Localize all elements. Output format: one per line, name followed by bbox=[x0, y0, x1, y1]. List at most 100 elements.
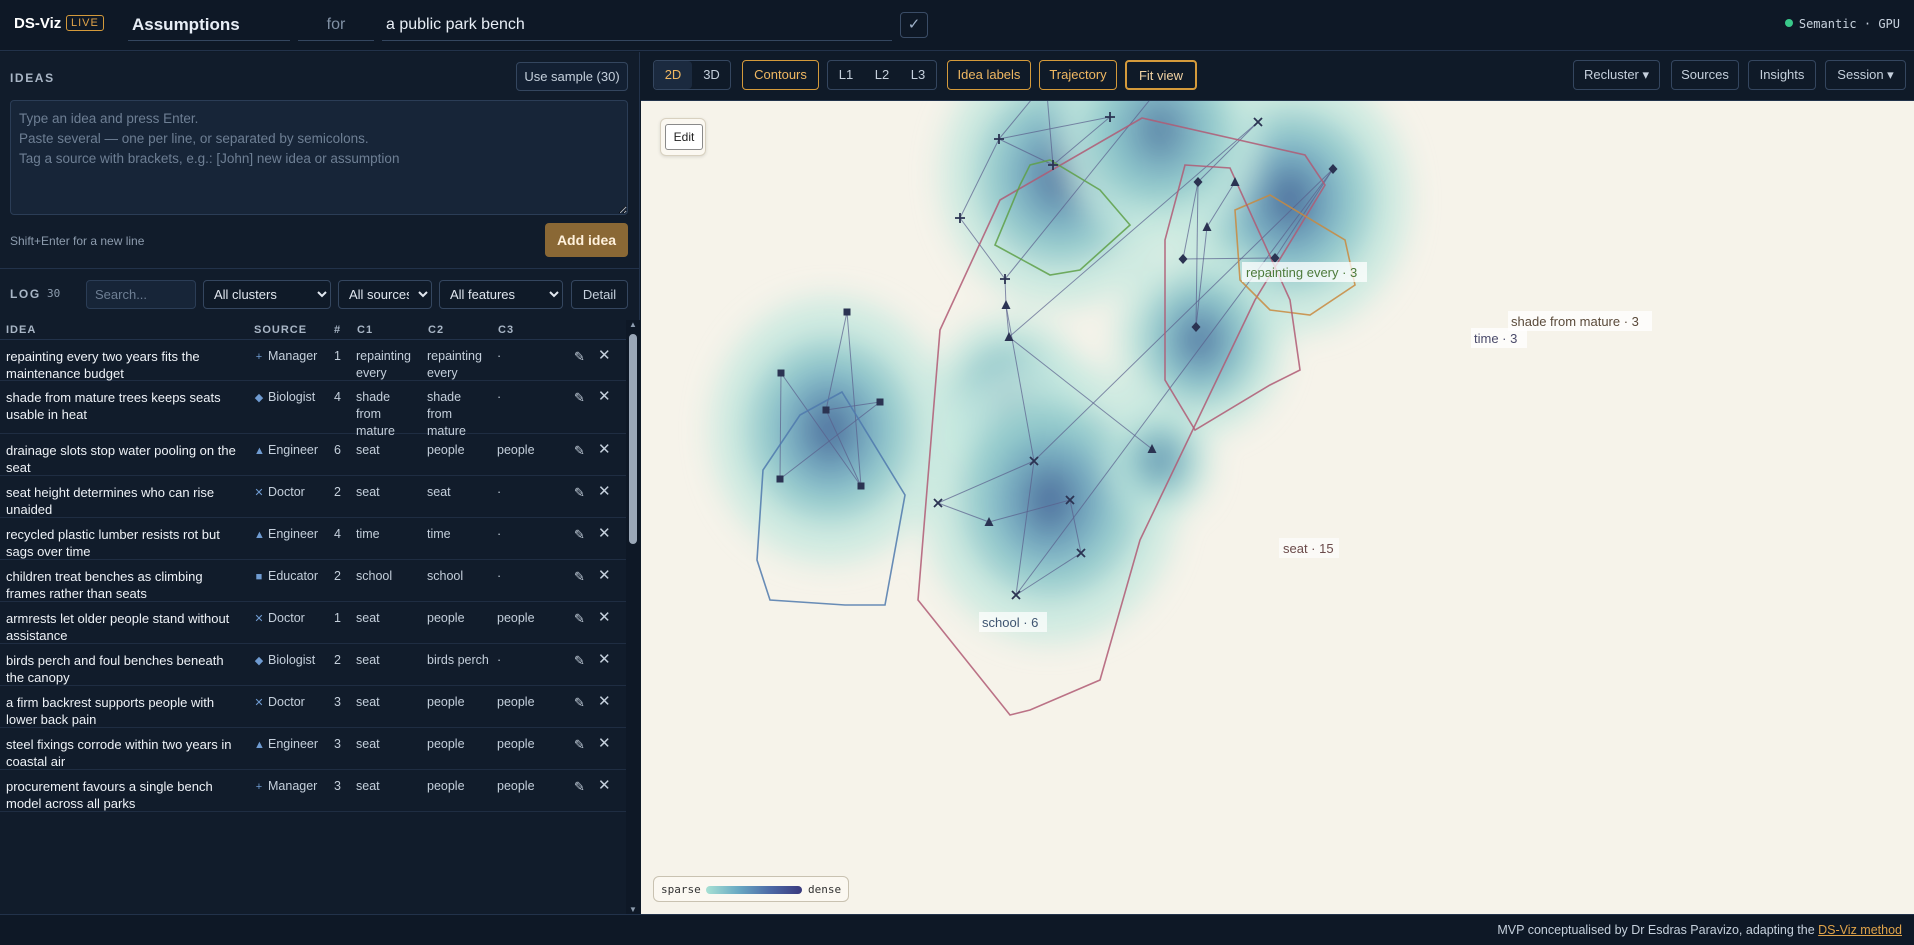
edit-icon[interactable]: ✎ bbox=[574, 736, 585, 753]
use-sample-button[interactable]: Use sample (30) bbox=[516, 62, 628, 91]
row-c3: people bbox=[497, 737, 535, 751]
edit-icon[interactable]: ✎ bbox=[574, 652, 585, 669]
density-blob-core bbox=[1182, 317, 1218, 363]
delete-icon[interactable]: ✕ bbox=[598, 735, 611, 752]
idea-labels-toggle[interactable]: Idea labels bbox=[947, 60, 1031, 90]
table-row[interactable]: seat height determines who can rise unai… bbox=[0, 476, 626, 518]
delete-icon[interactable]: ✕ bbox=[598, 567, 611, 584]
source-filter-select[interactable]: All sources bbox=[338, 280, 432, 309]
level-l3-button[interactable]: L3 bbox=[900, 61, 936, 89]
edit-icon[interactable]: ✎ bbox=[574, 389, 585, 406]
row-count: 2 bbox=[334, 485, 341, 499]
idea-point-square[interactable] bbox=[876, 398, 884, 406]
scroll-up-icon[interactable]: ▲ bbox=[628, 320, 638, 329]
row-c1: time bbox=[356, 527, 380, 541]
table-row[interactable]: steel fixings corrode within two years i… bbox=[0, 728, 626, 770]
edit-icon[interactable]: ✎ bbox=[574, 568, 585, 585]
map-canvas[interactable]: repainting every · 3 shade from mature ·… bbox=[641, 101, 1914, 914]
idea-point-square[interactable] bbox=[776, 475, 784, 483]
edit-icon[interactable]: ✎ bbox=[574, 694, 585, 711]
row-c2: school bbox=[427, 569, 464, 583]
row-count: 3 bbox=[334, 779, 341, 793]
edit-icon[interactable]: ✎ bbox=[574, 778, 585, 795]
level-l1-button[interactable]: L1 bbox=[828, 61, 864, 89]
scroll-down-icon[interactable]: ▼ bbox=[628, 905, 638, 914]
table-row[interactable]: shade from mature trees keeps seats usab… bbox=[0, 381, 626, 438]
session-menu[interactable]: Session ▾ bbox=[1825, 60, 1906, 90]
feature-filter-select[interactable]: All features bbox=[439, 280, 563, 309]
row-source: ■ Educator bbox=[254, 568, 318, 586]
col-idea[interactable]: IDEA bbox=[6, 324, 36, 336]
subject-input[interactable] bbox=[382, 9, 892, 41]
col-c1[interactable]: C1 bbox=[357, 324, 373, 336]
source-label: Engineer bbox=[268, 737, 319, 751]
edit-button[interactable]: Edit bbox=[665, 124, 703, 150]
delete-icon[interactable]: ✕ bbox=[598, 777, 611, 794]
source-icon: ▲ bbox=[254, 529, 265, 541]
edit-icon[interactable]: ✎ bbox=[574, 348, 585, 365]
edit-icon[interactable]: ✎ bbox=[574, 442, 585, 459]
delete-icon[interactable]: ✕ bbox=[598, 483, 611, 500]
row-c3: people bbox=[497, 779, 535, 793]
col-num[interactable]: # bbox=[334, 324, 341, 336]
table-row[interactable]: procurement favours a single bench model… bbox=[0, 770, 626, 812]
ds-viz-method-link[interactable]: DS-Viz method bbox=[1818, 923, 1902, 937]
log-search-input[interactable] bbox=[86, 280, 196, 309]
fit-view-button[interactable]: Fit view bbox=[1125, 60, 1197, 90]
detail-button[interactable]: Detail bbox=[571, 280, 628, 309]
idea-textarea[interactable] bbox=[10, 100, 628, 215]
edit-icon[interactable]: ✎ bbox=[574, 526, 585, 543]
log-heading: LOG bbox=[10, 287, 41, 301]
log-scrollbar[interactable]: ▲ ▼ bbox=[626, 320, 640, 914]
delete-icon[interactable]: ✕ bbox=[598, 651, 611, 668]
title-input[interactable] bbox=[128, 9, 290, 41]
idea-point-triangle[interactable] bbox=[1001, 300, 1011, 309]
row-idea: repainting every two years fits the main… bbox=[6, 349, 200, 381]
table-row[interactable]: repainting every two years fits the main… bbox=[0, 340, 626, 381]
table-row[interactable]: recycled plastic lumber resists rot but … bbox=[0, 518, 626, 560]
idea-point-square[interactable] bbox=[822, 406, 830, 414]
idea-point-square[interactable] bbox=[857, 482, 865, 490]
cluster-filter-select[interactable]: All clusters bbox=[203, 280, 331, 309]
idea-point-square[interactable] bbox=[777, 369, 785, 377]
insights-button[interactable]: Insights bbox=[1748, 60, 1816, 90]
edit-icon[interactable]: ✎ bbox=[574, 484, 585, 501]
delete-icon[interactable]: ✕ bbox=[598, 609, 611, 626]
row-c1: seat bbox=[356, 485, 380, 499]
row-idea: birds perch and foul benches beneath the… bbox=[6, 653, 224, 685]
row-c1: seat bbox=[356, 737, 380, 751]
delete-icon[interactable]: ✕ bbox=[598, 693, 611, 710]
col-source[interactable]: SOURCE bbox=[254, 324, 307, 336]
row-c1: shade from mature bbox=[356, 390, 395, 438]
confirm-button[interactable]: ✓ bbox=[900, 12, 928, 38]
table-row[interactable]: armrests let older people stand without … bbox=[0, 602, 626, 644]
table-row[interactable]: children treat benches as climbing frame… bbox=[0, 560, 626, 602]
row-idea: seat height determines who can rise unai… bbox=[6, 485, 215, 517]
trajectory-toggle[interactable]: Trajectory bbox=[1039, 60, 1117, 90]
recluster-menu[interactable]: Recluster ▾ bbox=[1573, 60, 1660, 90]
row-c1: school bbox=[356, 569, 393, 583]
delete-icon[interactable]: ✕ bbox=[598, 525, 611, 542]
view-2d-button[interactable]: 2D bbox=[654, 61, 692, 89]
table-row[interactable]: drainage slots stop water pooling on the… bbox=[0, 434, 626, 476]
col-c2[interactable]: C2 bbox=[428, 324, 444, 336]
scroll-thumb[interactable] bbox=[629, 334, 637, 544]
idea-point-square[interactable] bbox=[843, 308, 851, 316]
col-c3[interactable]: C3 bbox=[498, 324, 514, 336]
legend-sparse: sparse bbox=[661, 883, 701, 896]
add-idea-button[interactable]: Add idea bbox=[545, 223, 628, 257]
edit-icon[interactable]: ✎ bbox=[574, 610, 585, 627]
table-row[interactable]: birds perch and foul benches beneath the… bbox=[0, 644, 626, 686]
sources-button[interactable]: Sources bbox=[1671, 60, 1739, 90]
source-label: Doctor bbox=[268, 695, 305, 709]
delete-icon[interactable]: ✕ bbox=[598, 347, 611, 364]
semantic-map[interactable]: repainting every · 3 shade from mature ·… bbox=[641, 101, 1914, 914]
row-c2: people bbox=[427, 737, 465, 751]
table-row[interactable]: a firm backrest supports people with low… bbox=[0, 686, 626, 728]
contours-toggle[interactable]: Contours bbox=[742, 60, 819, 90]
delete-icon[interactable]: ✕ bbox=[598, 388, 611, 405]
level-l2-button[interactable]: L2 bbox=[864, 61, 900, 89]
view-3d-button[interactable]: 3D bbox=[693, 61, 730, 89]
source-label: Doctor bbox=[268, 611, 305, 625]
delete-icon[interactable]: ✕ bbox=[598, 441, 611, 458]
